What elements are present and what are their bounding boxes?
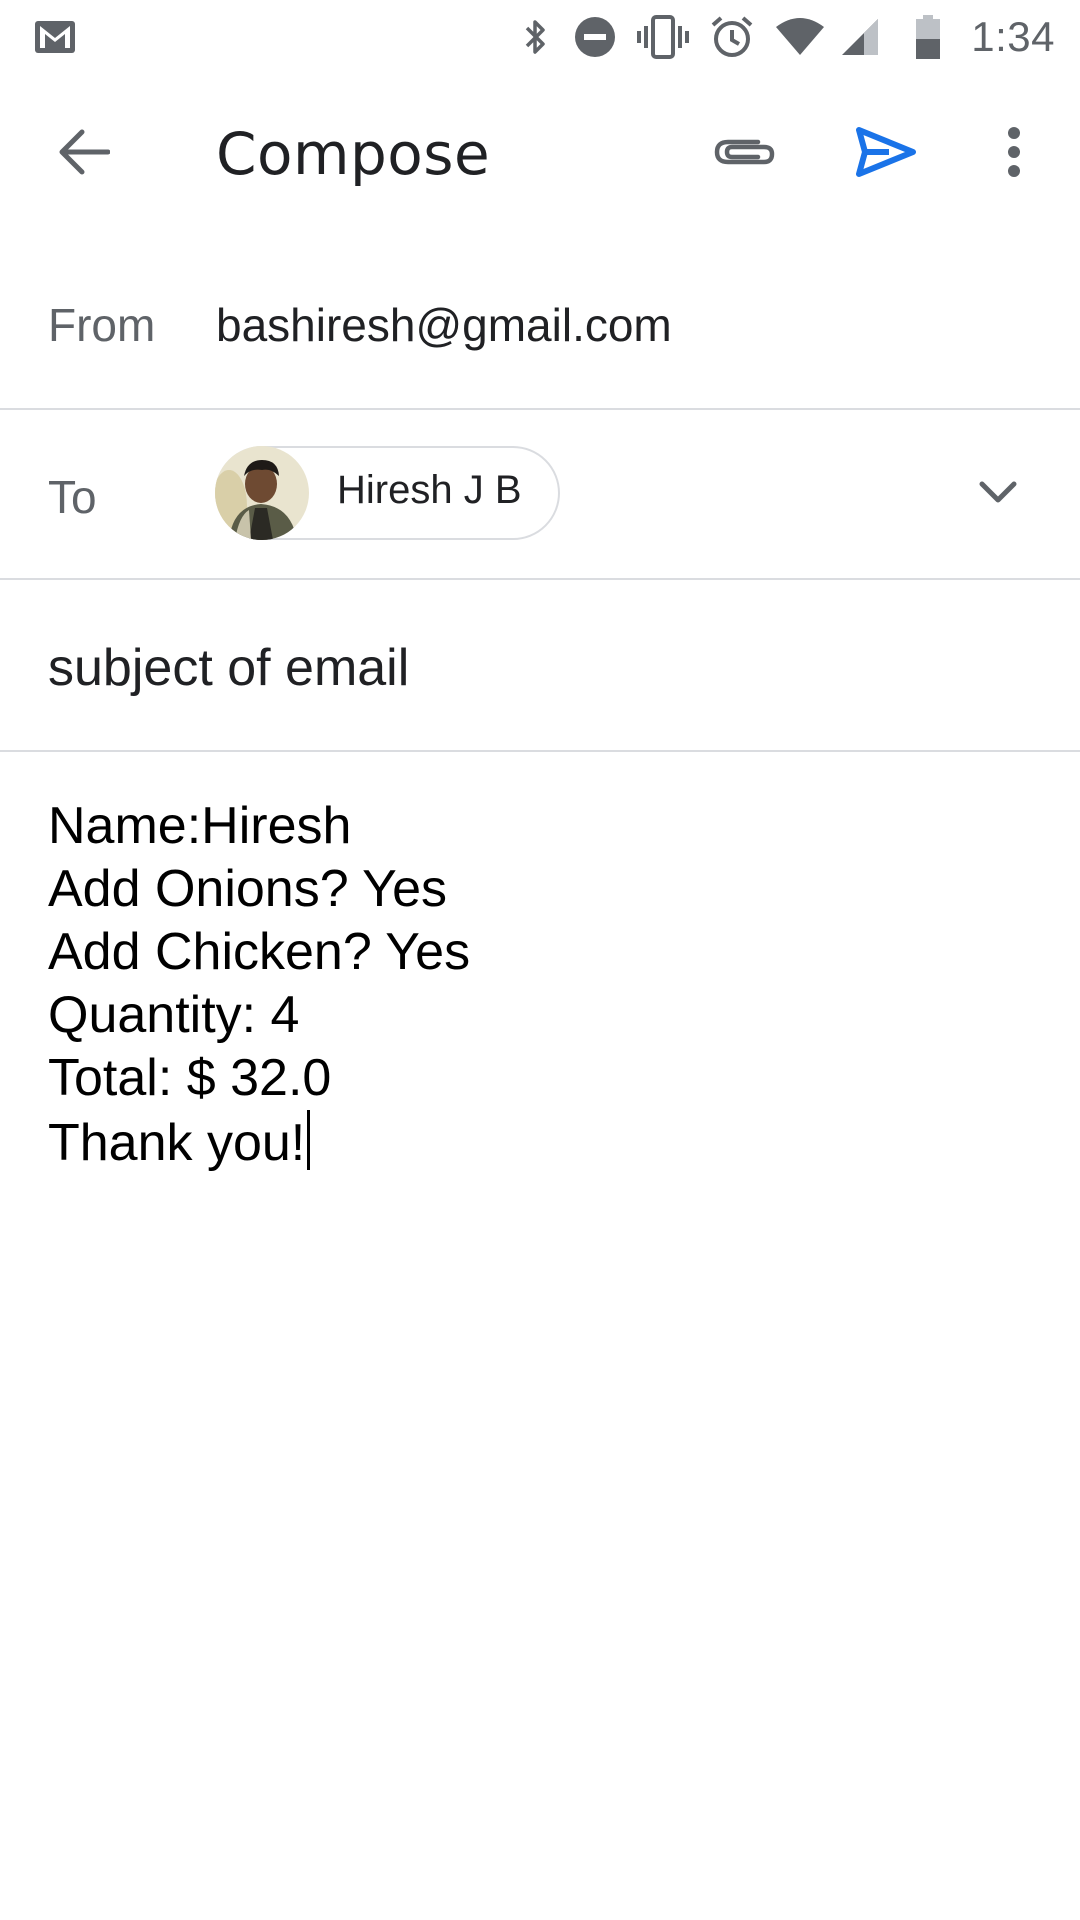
avatar: [215, 446, 309, 540]
body-line: Total: $ 32.0: [48, 1049, 332, 1107]
subject-field[interactable]: subject of email: [48, 638, 409, 698]
from-label: From: [48, 299, 156, 351]
send-button[interactable]: [846, 114, 926, 194]
battery-icon: [910, 12, 946, 62]
compose-screen: 1:34 Compose From bashiresh@gmail.com To…: [0, 0, 1080, 1920]
send-icon: [855, 126, 917, 183]
status-time: 1:34: [971, 13, 1055, 60]
cellular-signal-icon: [838, 12, 882, 62]
page-title: Compose: [216, 120, 491, 188]
chevron-down-icon: [978, 479, 1018, 510]
to-row[interactable]: To Hiresh J B: [0, 410, 1080, 580]
body-line-text: Thank you!: [48, 1114, 306, 1172]
app-bar: Compose: [0, 74, 1080, 238]
body-line: Add Onions? Yes: [48, 860, 447, 918]
vibrate-icon: [634, 12, 692, 62]
recipient-chip-label: Hiresh J B: [337, 468, 522, 512]
attach-button[interactable]: [700, 114, 790, 194]
wifi-icon: [772, 12, 828, 62]
from-row[interactable]: From bashiresh@gmail.com: [0, 238, 1080, 410]
body-line: Quantity: 4: [48, 986, 300, 1044]
expand-recipients-button[interactable]: [966, 462, 1030, 526]
from-address[interactable]: bashiresh@gmail.com: [216, 298, 672, 352]
more-vert-icon: [1006, 126, 1022, 183]
gmail-notification-icon: [30, 12, 80, 62]
bluetooth-icon: [518, 12, 554, 62]
body-line: Name:Hiresh: [48, 797, 352, 855]
text-cursor: [307, 1110, 311, 1170]
recipient-chip[interactable]: Hiresh J B: [215, 446, 560, 540]
to-label: To: [48, 471, 97, 523]
body-line-last: Thank you!: [48, 1110, 1038, 1175]
compose-body[interactable]: Name:Hiresh Add Onions? Yes Add Chicken?…: [48, 795, 1038, 1175]
attach-icon: [712, 132, 778, 177]
more-options-button[interactable]: [984, 114, 1044, 194]
alarm-icon: [706, 12, 758, 62]
back-button[interactable]: [44, 114, 124, 194]
back-arrow-icon: [58, 128, 111, 181]
subject-row[interactable]: subject of email: [0, 580, 1080, 752]
do-not-disturb-icon: [570, 12, 620, 62]
body-line: Add Chicken? Yes: [48, 923, 471, 981]
status-bar: 1:34: [0, 0, 1080, 74]
